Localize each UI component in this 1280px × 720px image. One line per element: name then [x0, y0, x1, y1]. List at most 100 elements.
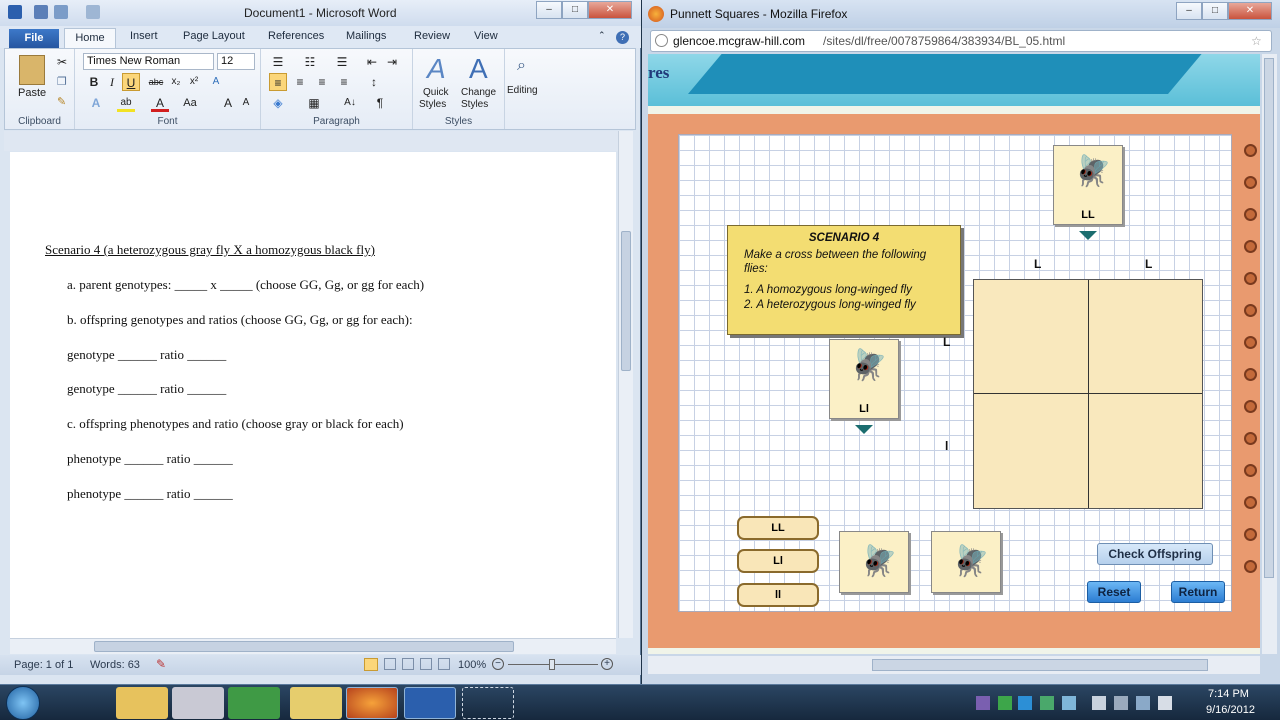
- borders-icon[interactable]: ▦: [305, 94, 323, 112]
- cut-icon[interactable]: ✂: [57, 55, 67, 69]
- copy-icon[interactable]: ❐: [57, 75, 67, 88]
- zoom-out-icon[interactable]: −: [492, 658, 504, 670]
- tab-review[interactable]: Review: [414, 30, 450, 42]
- tray-volume-icon[interactable]: [1158, 696, 1172, 710]
- tray-network-icon[interactable]: [1018, 696, 1032, 710]
- bookmark-star-icon[interactable]: ☆: [1251, 31, 1262, 51]
- quick-styles-icon[interactable]: A: [427, 53, 446, 85]
- ff-close-button[interactable]: ✕: [1228, 2, 1272, 20]
- check-offspring-button[interactable]: Check Offspring: [1097, 543, 1213, 565]
- format-painter-icon[interactable]: ✎: [57, 95, 66, 108]
- ff-vertical-scrollbar[interactable]: [1262, 54, 1277, 654]
- maximize-button[interactable]: □: [562, 1, 588, 19]
- line-spacing-icon[interactable]: ↕: [365, 73, 383, 91]
- change-styles-icon[interactable]: A: [469, 53, 488, 85]
- strikethrough-button[interactable]: abc: [147, 73, 165, 91]
- tab-page-layout[interactable]: Page Layout: [183, 30, 245, 42]
- align-left-icon[interactable]: ≡: [269, 73, 287, 91]
- print-layout-icon[interactable]: [364, 658, 378, 671]
- top-parent-fly-card[interactable]: 🪰 LL: [1053, 145, 1123, 225]
- word-taskbar-icon[interactable]: [404, 687, 456, 719]
- paste-icon[interactable]: [19, 55, 45, 85]
- tray-sync-icon[interactable]: [1062, 696, 1076, 710]
- explorer-icon[interactable]: [116, 687, 168, 719]
- worksheet-app-icon[interactable]: [228, 687, 280, 719]
- paste-button[interactable]: Paste: [18, 87, 46, 99]
- justify-icon[interactable]: ≡: [335, 73, 353, 91]
- grow-font-icon[interactable]: A: [219, 94, 237, 112]
- zoom-in-icon[interactable]: +: [601, 658, 613, 670]
- font-size-box[interactable]: 12: [217, 53, 255, 70]
- superscript-button[interactable]: x²: [185, 73, 203, 91]
- tab-view[interactable]: View: [474, 30, 498, 42]
- redo-icon[interactable]: [86, 5, 100, 19]
- choice-ll-homozygous-recessive[interactable]: ll: [737, 583, 819, 607]
- web-layout-icon[interactable]: [402, 658, 414, 670]
- change-styles-label-2[interactable]: Styles: [461, 99, 488, 110]
- undo-icon[interactable]: [54, 5, 68, 19]
- full-screen-icon[interactable]: [384, 658, 396, 670]
- tab-references[interactable]: References: [268, 30, 324, 42]
- sort-icon[interactable]: A↓: [341, 94, 359, 112]
- font-color-icon[interactable]: A: [151, 94, 169, 112]
- tray-flag-icon[interactable]: [1092, 696, 1106, 710]
- file-tab[interactable]: File: [9, 29, 59, 48]
- quick-styles-label-1[interactable]: Quick: [423, 87, 449, 98]
- align-right-icon[interactable]: ≡: [313, 73, 331, 91]
- proofing-icon[interactable]: ✎: [156, 657, 166, 671]
- quick-styles-label-2[interactable]: Styles: [419, 99, 446, 110]
- clock-time[interactable]: 7:14 PM: [1208, 688, 1249, 700]
- clock-date[interactable]: 9/16/2012: [1206, 704, 1255, 716]
- choice-ll-homozygous-dominant[interactable]: LL: [737, 516, 819, 540]
- ff-maximize-button[interactable]: □: [1202, 2, 1228, 20]
- text-effects-icon[interactable]: A: [87, 94, 105, 112]
- url-bar[interactable]: glencoe.mcgraw-hill.com /sites/dl/free/0…: [650, 30, 1272, 52]
- tray-display-icon[interactable]: [1136, 696, 1150, 710]
- zoom-level[interactable]: 100%: [458, 659, 486, 671]
- ff-hscroll-thumb[interactable]: [872, 659, 1208, 671]
- document-page[interactable]: Scenario 4 (a heterozygous gray fly X a …: [10, 152, 616, 638]
- sticky-notes-icon[interactable]: [290, 687, 342, 719]
- return-button[interactable]: Return: [1171, 581, 1225, 603]
- tray-security-icon[interactable]: [1040, 696, 1054, 710]
- highlight-icon[interactable]: ab: [117, 94, 135, 112]
- ff-horizontal-scrollbar[interactable]: [648, 656, 1260, 674]
- save-icon[interactable]: [34, 5, 48, 19]
- outline-icon[interactable]: [420, 658, 432, 670]
- multilevel-list-icon[interactable]: ☰: [333, 53, 351, 71]
- editing-button[interactable]: Editing: [507, 85, 538, 96]
- increase-indent-icon[interactable]: ⇥: [383, 53, 401, 71]
- tab-insert[interactable]: Insert: [130, 30, 158, 42]
- word-count[interactable]: Words: 63: [90, 659, 140, 671]
- choice-ll-heterozygous[interactable]: Ll: [737, 549, 819, 573]
- snipping-tool-icon[interactable]: [172, 687, 224, 719]
- subscript-button[interactable]: x₂: [167, 73, 185, 91]
- ff-minimize-button[interactable]: –: [1176, 2, 1202, 20]
- binoculars-icon[interactable]: ⌕: [517, 57, 526, 75]
- draft-icon[interactable]: [438, 658, 450, 670]
- decrease-indent-icon[interactable]: ⇤: [363, 53, 381, 71]
- minimize-button[interactable]: –: [536, 1, 562, 19]
- offspring-fly-long-wing[interactable]: 🪰: [839, 531, 909, 593]
- bullets-icon[interactable]: ☰: [269, 53, 287, 71]
- word-app-icon[interactable]: [8, 5, 22, 19]
- left-fly-dropdown-arrow[interactable]: [855, 425, 873, 434]
- screen-recorder-icon[interactable]: [462, 687, 514, 719]
- tray-check-icon[interactable]: [998, 696, 1012, 710]
- left-parent-fly-card[interactable]: 🪰 Ll: [829, 339, 899, 419]
- firefox-taskbar-icon[interactable]: [346, 687, 398, 719]
- change-styles-label-1[interactable]: Change: [461, 87, 496, 98]
- close-button[interactable]: ✕: [588, 1, 632, 19]
- clear-format-icon[interactable]: A: [207, 73, 225, 91]
- show-formatting-icon[interactable]: ¶: [371, 94, 389, 112]
- ff-scroll-thumb[interactable]: [1264, 58, 1274, 578]
- help-icon[interactable]: ?: [616, 31, 629, 44]
- collapse-ribbon-icon[interactable]: ⌃: [598, 30, 606, 41]
- offspring-fly-short-wing[interactable]: 🪰: [931, 531, 1001, 593]
- hscroll-thumb[interactable]: [94, 641, 514, 652]
- change-case-icon[interactable]: Aa: [181, 94, 199, 112]
- scroll-thumb[interactable]: [621, 231, 631, 371]
- tab-home[interactable]: Home: [64, 28, 116, 49]
- shading-icon[interactable]: ◈: [269, 94, 287, 112]
- top-fly-dropdown-arrow[interactable]: [1079, 231, 1097, 240]
